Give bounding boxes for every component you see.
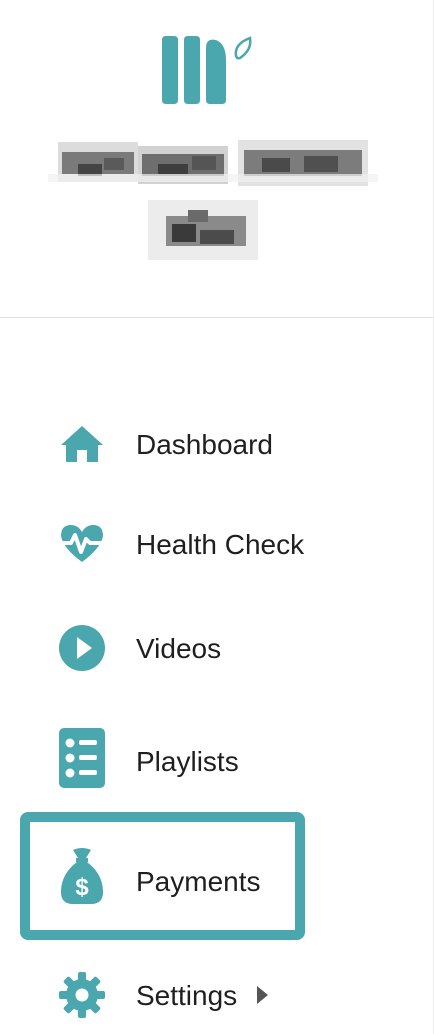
nav-item-label: Payments — [136, 866, 261, 897]
list-icon — [56, 728, 108, 788]
gear-icon — [56, 969, 108, 1021]
nav-item-settings[interactable]: Settings — [0, 960, 434, 1030]
user-name-blurred — [48, 140, 378, 260]
nav-item-playlists[interactable]: Playlists — [0, 725, 434, 795]
sidebar: Dashboard Health Check Videos Playlists … — [0, 0, 434, 1034]
nav-item-label: Playlists — [136, 746, 239, 777]
nav-item-label: Settings — [136, 980, 238, 1011]
brand-logo[interactable] — [160, 36, 256, 104]
home-icon — [56, 418, 108, 470]
nav-item-videos[interactable]: Videos — [0, 613, 434, 683]
money-bag-icon: $ — [56, 848, 108, 904]
nav-item-label: Dashboard — [136, 429, 273, 460]
heartbeat-icon — [56, 518, 108, 570]
nav-item-health-check[interactable]: Health Check — [0, 510, 434, 580]
svg-text:$: $ — [75, 874, 89, 901]
submenu-caret-icon[interactable] — [257, 986, 268, 1004]
sidebar-header — [0, 0, 434, 318]
nav-item-payments[interactable]: $ Payments — [0, 845, 434, 915]
nav-item-dashboard[interactable]: Dashboard — [0, 409, 434, 479]
nav-item-label: Health Check — [136, 529, 305, 560]
play-circle-icon — [56, 622, 108, 674]
nav-item-label: Videos — [136, 633, 222, 664]
